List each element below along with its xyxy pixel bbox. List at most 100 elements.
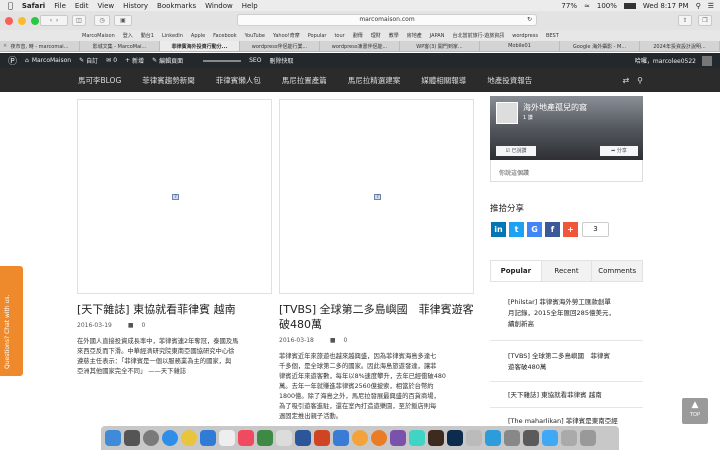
minimize-window-button[interactable] [18, 16, 26, 25]
post-image[interactable]: ? [279, 99, 474, 294]
menu-bookmarks[interactable]: Bookmarks [157, 2, 196, 10]
browser-tab[interactable]: 影城文集 - MarcoMai... [80, 41, 160, 51]
preview-icon[interactable] [466, 430, 482, 446]
launchpad-icon[interactable] [124, 430, 140, 446]
list-icon[interactable]: ☰ [708, 2, 714, 10]
avatar[interactable] [702, 55, 712, 66]
vlc-icon[interactable] [352, 430, 368, 446]
back-forward-button[interactable]: ‹ › [40, 15, 68, 26]
messages-icon[interactable] [257, 430, 273, 446]
fb-liked-button[interactable]: ☑ 已說讚 [496, 146, 536, 156]
nav-projects[interactable]: 馬尼拉精選建案 [348, 75, 401, 86]
menu-edit[interactable]: Edit [75, 2, 89, 10]
bookmark-item[interactable]: 教學 [389, 32, 399, 39]
tab-comments[interactable]: Comments [591, 261, 643, 281]
app-icon[interactable] [523, 430, 539, 446]
bookmark-item[interactable]: LinkedIn [162, 33, 183, 39]
browser-tab[interactable]: 2024年投資設計說明... [640, 41, 720, 51]
app-icon[interactable] [504, 430, 520, 446]
bookmark-item[interactable]: BEST [546, 33, 559, 39]
admin-edit-page[interactable]: 編輯頁面 [159, 56, 183, 65]
bookmark-item[interactable]: 房地產 [407, 32, 422, 39]
bookmark-item[interactable]: Apple [191, 33, 205, 39]
wifi-icon[interactable]: ≈ [584, 2, 590, 10]
word-icon[interactable] [295, 430, 311, 446]
popular-post-link[interactable]: [The maharlikan] 菲律賓是東南亞經 [508, 416, 636, 426]
powerpoint-icon[interactable] [314, 430, 330, 446]
bookmark-item[interactable]: Popular [308, 33, 327, 39]
menu-history[interactable]: History [123, 2, 148, 10]
browser-tab[interactable]: × 夜市音, 時 - marcomai... [0, 41, 80, 51]
post-title[interactable]: [TVBS] 全球第二多島嶼國 菲律賓遊客破480萬 [279, 302, 474, 332]
fb-page-name[interactable]: 海外地產孤兒的窩 [523, 102, 587, 113]
bookmark-item[interactable]: wordpress [512, 33, 538, 39]
menu-help[interactable]: Help [242, 2, 258, 10]
admin-comments-count[interactable]: 0 [113, 57, 117, 64]
admin-site-name[interactable]: MarcoMaison [32, 57, 71, 64]
battery-icon[interactable] [623, 2, 636, 9]
comment-count[interactable]: 0 [142, 322, 146, 329]
menu-app-name[interactable]: Safari [22, 2, 45, 10]
search-icon[interactable]: ⚲ [696, 2, 701, 10]
url-bar[interactable]: marcomaison.com ↻ [237, 14, 537, 26]
close-icon[interactable]: × [3, 43, 7, 49]
nav-guide[interactable]: 菲律賓懶人包 [216, 75, 261, 86]
browser-tab[interactable]: Google 海外攝影 - M... [560, 41, 640, 51]
utility-icon[interactable] [333, 430, 349, 446]
nav-media[interactable]: 媒體相關報導 [421, 75, 466, 86]
bookmark-item[interactable]: YouTube [245, 33, 265, 39]
nav-blog[interactable]: 馬可李BLOG [78, 75, 121, 86]
menu-window[interactable]: Window [205, 2, 233, 10]
admin-seo[interactable]: SEO [249, 57, 261, 64]
comment-count[interactable]: 0 [344, 337, 348, 344]
customize-icon[interactable]: ✎ [79, 57, 84, 64]
admin-greeting[interactable]: 哈囉，marcolee0522 [635, 56, 696, 65]
nav-property[interactable]: 馬尼拉置產篇 [282, 75, 327, 86]
history-icon[interactable]: ◷ [94, 15, 110, 26]
bookmark-item[interactable]: 台北當前旅行-遊旅資訊 [452, 32, 504, 39]
tabs-icon[interactable]: ❐ [698, 15, 712, 26]
firefox-icon[interactable] [371, 430, 387, 446]
bookmark-item[interactable]: 動台1 [141, 32, 154, 39]
photos-icon[interactable] [219, 430, 235, 446]
bookmark-item[interactable]: Facebook [213, 33, 237, 39]
browser-tab-active[interactable]: 菲律賓海外投資行動分... [160, 41, 240, 51]
sidebar-toggle-button[interactable]: ◫ [72, 15, 86, 26]
facebook-page-widget[interactable]: 海外地產孤兒的窩 1 讚 ☑ 已說讚 ➦ 分享 [490, 96, 643, 160]
browser-tab[interactable]: Mobile01 [480, 41, 560, 51]
bookmark-item[interactable]: 劃傳 [353, 32, 363, 39]
bookmark-item[interactable]: JAPAN [430, 33, 445, 39]
chat-feedback-tab[interactable]: Questions? Chat with us. [0, 266, 23, 376]
edit-icon[interactable]: ✎ [152, 57, 157, 64]
bookmark-item[interactable]: MarcoMaison [82, 33, 115, 39]
bookmark-item[interactable]: 登入 [123, 32, 133, 39]
post-image[interactable]: ? [77, 99, 272, 294]
wordpress-icon[interactable]: Ⓟ [8, 54, 17, 67]
calendar-icon[interactable] [276, 430, 292, 446]
app-icon[interactable] [542, 430, 558, 446]
fb-share-button[interactable]: ➦ 分享 [600, 146, 638, 156]
browser-tab[interactable]: WP客(3) 開門到家... [400, 41, 480, 51]
bookmark-item[interactable]: 理財 [371, 32, 381, 39]
search-icon[interactable]: ⚲ [637, 76, 643, 85]
app-icon[interactable] [390, 430, 406, 446]
shuffle-icon[interactable]: ⇄ [622, 76, 629, 85]
post-title[interactable]: [天下雜誌] 東協就看菲律賓 越南 [77, 302, 272, 317]
popular-post-link[interactable]: [Philstar] 菲律賓海外勞工匯款創單 月記錄，2015全年匯回285億美元… [508, 297, 636, 330]
twitter-share-button[interactable]: t [509, 222, 524, 237]
photoshop-icon[interactable] [447, 430, 463, 446]
browser-tab[interactable]: wordpress凍書伴侶能... [320, 41, 400, 51]
chrome-icon[interactable] [181, 430, 197, 446]
share-icon[interactable]: ⇧ [678, 15, 692, 26]
comment-icon[interactable]: ✉ [106, 57, 111, 64]
finder-icon[interactable] [105, 430, 121, 446]
google-share-button[interactable]: G [527, 222, 542, 237]
linkedin-share-button[interactable]: in [491, 222, 506, 237]
admin-new[interactable]: 新增 [132, 56, 144, 65]
menu-file[interactable]: File [54, 2, 66, 10]
browser-tab[interactable]: wordpress伴侶能行業... [240, 41, 320, 51]
zoom-window-button[interactable] [31, 16, 39, 25]
illustrator-icon[interactable] [428, 430, 444, 446]
tab-recent[interactable]: Recent [540, 261, 592, 281]
safari-icon[interactable] [162, 430, 178, 446]
